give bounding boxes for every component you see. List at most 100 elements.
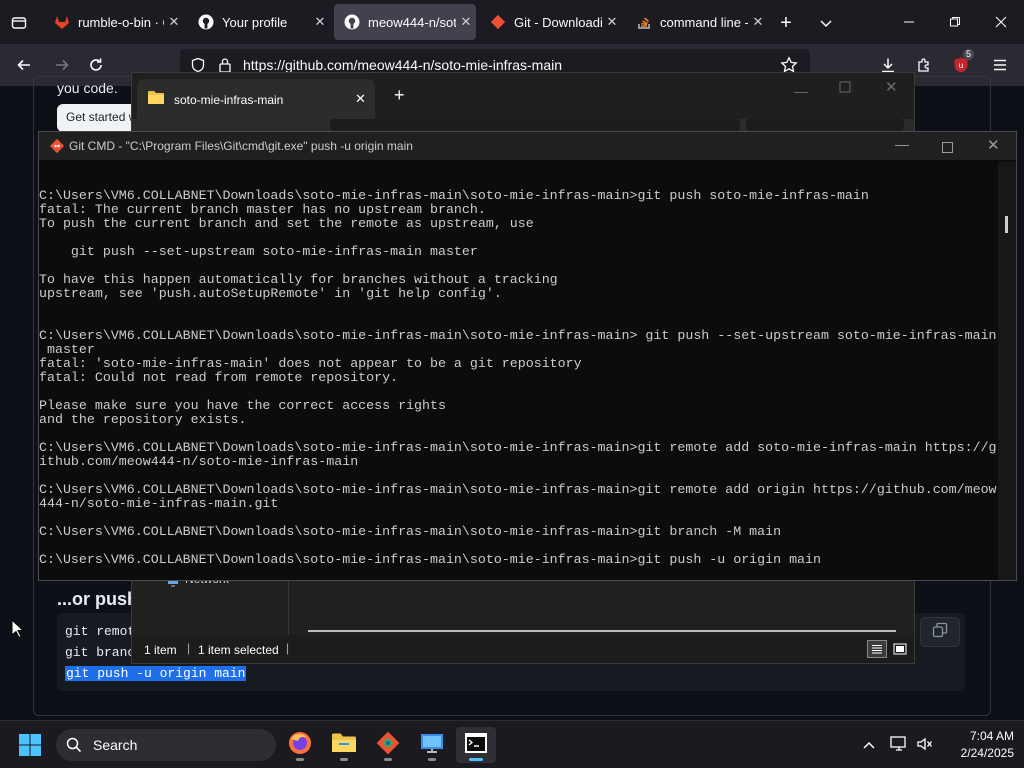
close-icon[interactable]: ✕ [456, 14, 476, 30]
running-indicator [384, 758, 392, 761]
running-indicator [296, 758, 304, 761]
explorer-search-box[interactable] [746, 119, 904, 131]
tab-label: Git - Downloadin [514, 14, 602, 30]
forward-button[interactable] [50, 53, 74, 77]
running-indicator [428, 758, 436, 761]
windows-taskbar: Search 7:04 AM 2/24/2025 [0, 720, 1024, 768]
github-icon [344, 14, 360, 30]
tab-label: meow444-n/soto- [368, 14, 456, 30]
menu-icon[interactable] [988, 53, 1012, 77]
back-button[interactable] [12, 53, 36, 77]
close-icon[interactable]: ✕ [602, 14, 622, 30]
push-section-heading: ...or push [57, 589, 138, 609]
code-line-selected: git push -u origin main [65, 666, 247, 681]
scrollbar-thumb[interactable] [1005, 216, 1008, 233]
tab-command-line[interactable]: command line - ✕ [626, 4, 768, 40]
restore-button[interactable] [942, 8, 968, 36]
windows-start-icon[interactable] [18, 733, 42, 762]
minimize-button[interactable]: — [895, 136, 909, 152]
firefox-view-icon[interactable] [8, 12, 30, 34]
search-icon [66, 737, 82, 758]
git-icon [49, 138, 65, 159]
active-indicator [469, 758, 483, 761]
running-indicator [340, 758, 348, 761]
reload-button[interactable] [84, 53, 108, 77]
details-view-icon[interactable] [867, 640, 887, 658]
git-cmd-titlebar: Git CMD - "C:\Program Files\Git\cmd\git.… [39, 132, 1016, 160]
explorer-status-bar: 1 item | 1 item selected | [132, 635, 914, 663]
git-gui-icon [375, 730, 401, 761]
folder-icon [147, 89, 165, 110]
network-status-icon[interactable] [890, 736, 908, 757]
vertical-scrollbar[interactable] [998, 162, 1016, 580]
status-separator: | [187, 641, 191, 655]
tab-your-profile[interactable]: Your profile ✕ [188, 4, 330, 40]
new-tab-button[interactable]: + [774, 11, 798, 35]
volume-muted-icon[interactable] [916, 736, 934, 757]
tab-label: command line - [660, 14, 748, 30]
close-icon[interactable]: ✕ [310, 14, 330, 30]
github-icon [198, 14, 214, 30]
git-cmd-title: Git CMD - "C:\Program Files\Git\cmd\git.… [69, 139, 413, 153]
horizontal-scrollbar[interactable] [308, 630, 896, 632]
git-cmd-window: Git CMD - "C:\Program Files\Git\cmd\git.… [38, 131, 1017, 581]
code-line: git branc [65, 645, 136, 660]
navigation-pane-divider [288, 578, 289, 638]
extensions-icon[interactable] [912, 53, 936, 77]
search-label: Search [93, 737, 138, 753]
firefox-icon [287, 730, 313, 761]
copy-button[interactable] [920, 617, 960, 647]
taskbar-git-cmd[interactable] [456, 727, 496, 763]
taskbar-file-explorer[interactable] [324, 727, 364, 763]
ublock-extension-icon[interactable]: u 5 [948, 49, 974, 77]
tiles-view-icon[interactable] [891, 640, 909, 658]
maximize-button[interactable] [839, 80, 851, 98]
file-explorer-icon [331, 732, 357, 759]
console-output-area[interactable]: C:\Users\VM6.COLLABNET\Downloads\soto-mi… [39, 162, 999, 580]
clock-time[interactable]: 7:04 AM [950, 729, 1014, 743]
stackoverflow-icon [636, 14, 652, 30]
clock-date[interactable]: 2/24/2025 [942, 746, 1014, 760]
close-icon[interactable]: ✕ [748, 14, 768, 30]
minimize-button[interactable] [896, 8, 922, 36]
explorer-titlebar: soto-mie-infras-main ✕ + — ✕ [132, 73, 914, 119]
taskbar-git-gui[interactable] [368, 727, 408, 763]
tab-label: Your profile [222, 14, 288, 30]
get-started-label: Get started w [66, 110, 138, 124]
tab-meow444-repo[interactable]: meow444-n/soto- ✕ [334, 4, 476, 40]
intro-text: you code. [57, 80, 118, 96]
status-separator: | [286, 641, 290, 655]
terminal-icon [464, 732, 488, 759]
new-tab-button[interactable]: + [394, 85, 405, 106]
tab-git-downloading[interactable]: Git - Downloadin ✕ [480, 4, 622, 40]
console-output: C:\Users\VM6.COLLABNET\Downloads\soto-mi… [39, 188, 997, 567]
browser-tab-strip: rumble-o-bin · G ✕ Your profile ✕ meow44… [0, 0, 1024, 44]
explorer-tab[interactable]: soto-mie-infras-main ✕ [137, 79, 375, 119]
item-count: 1 item [144, 643, 177, 657]
remote-desktop-icon [419, 731, 445, 760]
close-window-button[interactable]: ✕ [987, 136, 1000, 154]
svg-text:u: u [959, 61, 963, 70]
taskbar-firefox[interactable] [280, 727, 320, 763]
selection-count: 1 item selected [198, 643, 279, 657]
copy-icon [932, 622, 948, 643]
tab-label: rumble-o-bin · G [78, 14, 164, 30]
extension-badge: 5 [962, 49, 974, 60]
gitlab-fox-icon [54, 14, 70, 30]
list-all-tabs-button[interactable] [814, 11, 838, 35]
explorer-tab-title: soto-mie-infras-main [174, 93, 284, 107]
url-text: https://github.com/meow444-n/soto-mie-in… [243, 57, 563, 73]
tab-rumble-o-bin[interactable]: rumble-o-bin · G ✕ [44, 4, 184, 40]
close-window-button[interactable]: ✕ [885, 78, 898, 96]
mouse-cursor-icon [11, 618, 25, 644]
close-window-button[interactable] [988, 8, 1014, 36]
explorer-address-bar[interactable] [330, 119, 740, 131]
show-hidden-icons-chevron-icon[interactable] [862, 738, 876, 756]
desktop-screen: rumble-o-bin · G ✕ Your profile ✕ meow44… [0, 0, 1024, 768]
taskbar-search-box[interactable]: Search [56, 729, 276, 761]
minimize-button[interactable]: — [794, 83, 808, 99]
close-icon[interactable]: ✕ [164, 14, 184, 30]
taskbar-remote-desktop[interactable] [412, 727, 452, 763]
maximize-button[interactable] [942, 140, 953, 158]
close-icon[interactable]: ✕ [355, 91, 366, 107]
